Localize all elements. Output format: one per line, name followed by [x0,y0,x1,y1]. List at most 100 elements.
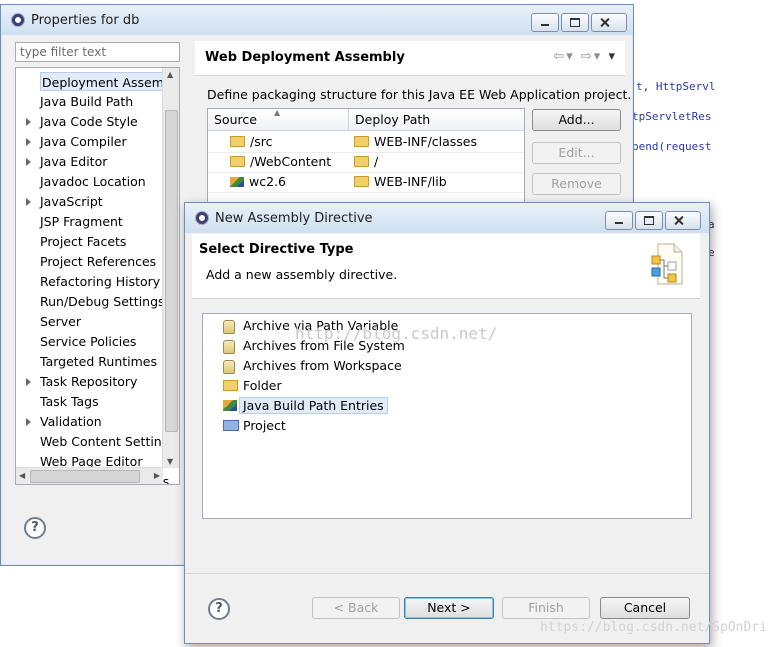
expand-arrow-icon[interactable] [26,198,31,206]
finish-button[interactable]: Finish [502,597,590,619]
minimize-button[interactable] [531,13,559,32]
maximize-button[interactable] [561,13,589,32]
folder-icon [354,156,369,167]
column-header-deploy[interactable]: Deploy Path [349,109,524,131]
maximize-button[interactable] [635,211,663,230]
editor-code-line: pend(request [632,140,712,153]
nav-item[interactable]: Server [40,312,81,331]
scroll-down-icon[interactable]: ▼ [167,457,173,466]
eclipse-icon [195,211,209,225]
back-button[interactable]: < Back [312,597,400,619]
library-icon [223,400,237,411]
properties-titlebar[interactable]: Properties for db [1,5,633,35]
close-button[interactable] [665,211,701,230]
close-button[interactable] [591,13,627,32]
nav-item[interactable]: Run/Debug Settings [40,292,165,311]
assembly-table[interactable]: Source ▲ Deploy Path /src WEB-INF/classes… [207,108,525,210]
folder-icon [230,136,245,147]
nav-item[interactable]: Java Code Style [40,112,138,131]
nav-item[interactable]: JavaScript [40,192,103,211]
expand-arrow-icon[interactable] [26,158,31,166]
help-icon[interactable]: ? [24,517,46,539]
view-menu-icon[interactable]: ▾ [608,49,617,64]
nav-item[interactable]: JSP Fragment [40,212,123,231]
nav-item[interactable]: Web Content Settings [40,432,176,451]
table-row[interactable]: wc2.6 WEB-INF/lib [208,172,524,193]
project-icon [223,420,239,431]
scroll-right-icon[interactable]: ▶ [154,471,160,480]
page-title: Web Deployment Assembly [205,50,405,65]
eclipse-icon [11,13,25,27]
wizard-description: Add a new assembly directive. [206,267,398,282]
editor-code-line: tpServletRes [632,110,712,123]
scroll-up-icon[interactable]: ▲ [167,70,173,79]
add-button[interactable]: Add... [532,109,621,131]
nav-item[interactable]: Service Policies [40,332,136,351]
nav-item[interactable]: Java Editor [40,152,107,171]
nav-item[interactable]: Javadoc Location [40,172,146,191]
wizard-heading: Select Directive Type [199,242,354,257]
directive-label: Project [243,418,286,433]
page-description: Define packaging structure for this Java… [207,87,632,102]
window-title: Properties for db [31,13,140,28]
directive-item[interactable]: Java Build Path Entries [223,396,388,415]
sort-up-icon: ▲ [274,108,281,117]
forward-arrow-icon[interactable]: ⇨ [581,49,594,64]
column-header-source[interactable]: Source ▲ [208,108,349,131]
expand-arrow-icon[interactable] [26,418,31,426]
folder-icon [354,176,369,187]
nav-item[interactable]: Task Repository [40,372,137,391]
new-assembly-directive-dialog: New Assembly Directive Select Directive … [184,202,710,644]
nav-item[interactable]: Refactoring History [40,272,160,291]
table-row[interactable]: /src WEB-INF/classes [208,132,524,153]
deploy-path-cell: WEB-INF/classes [374,134,478,149]
directive-label: Java Build Path Entries [239,397,388,414]
nav-item[interactable]: Validation [40,412,102,431]
nav-item[interactable]: Java Build Path [40,92,133,111]
property-nav-tree[interactable]: Deployment Assembly Java Build Path Java C… [15,67,180,485]
chevron-down-icon[interactable]: ▾ [566,49,575,64]
history-nav[interactable]: ⇦▾ ⇨▾ ▾ [553,49,617,64]
directive-label: Archives from Workspace [243,358,402,373]
folder-icon [354,136,369,147]
expand-arrow-icon[interactable] [26,378,31,386]
back-arrow-icon[interactable]: ⇦ [553,49,566,64]
nav-item[interactable]: Task Tags [40,392,99,411]
minimize-button[interactable] [605,211,633,230]
expand-arrow-icon[interactable] [26,118,31,126]
directive-item[interactable]: Project [223,416,286,435]
divider [185,573,709,574]
nav-horizontal-scrollbar[interactable]: ◀ ▶ [16,467,163,484]
nav-vertical-scrollbar[interactable]: ▲ ▼ [162,68,179,468]
scroll-thumb[interactable] [30,470,140,483]
nav-item[interactable]: Project Facets [40,232,126,251]
remove-button[interactable]: Remove [532,173,621,195]
directive-type-list[interactable]: Archive via Path Variable Archives from F… [202,313,692,519]
next-button[interactable]: Next > [404,597,494,619]
library-icon [230,177,244,187]
source-cell: wc2.6 [249,174,286,189]
cancel-button[interactable]: Cancel [600,597,690,619]
directive-item[interactable]: Folder [223,376,282,395]
dialog-title: New Assembly Directive [215,211,373,226]
table-row[interactable]: /WebContent / [208,152,524,173]
watermark: http://blog.csdn.net/ [295,324,498,343]
nav-item[interactable]: Targeted Runtimes [40,352,157,371]
source-cell: /WebContent [250,154,332,169]
scroll-left-icon[interactable]: ◀ [19,471,25,480]
nav-item[interactable]: Java Compiler [40,132,127,151]
archive-icon [223,360,235,374]
expand-arrow-icon[interactable] [26,138,31,146]
deploy-path-cell: / [374,154,379,169]
dialog-titlebar[interactable]: New Assembly Directive [185,203,709,233]
directive-item[interactable]: Archives from Workspace [223,356,402,375]
filter-input[interactable]: type filter text [15,42,180,62]
folder-icon [230,156,245,167]
archive-icon [223,340,235,354]
chevron-down-icon[interactable]: ▾ [594,49,603,64]
nav-item[interactable]: Deployment Assembly [40,72,179,91]
edit-button[interactable]: Edit... [532,142,621,164]
scroll-thumb[interactable] [165,110,178,432]
nav-item[interactable]: Project References [40,252,156,271]
help-icon[interactable]: ? [208,598,230,620]
